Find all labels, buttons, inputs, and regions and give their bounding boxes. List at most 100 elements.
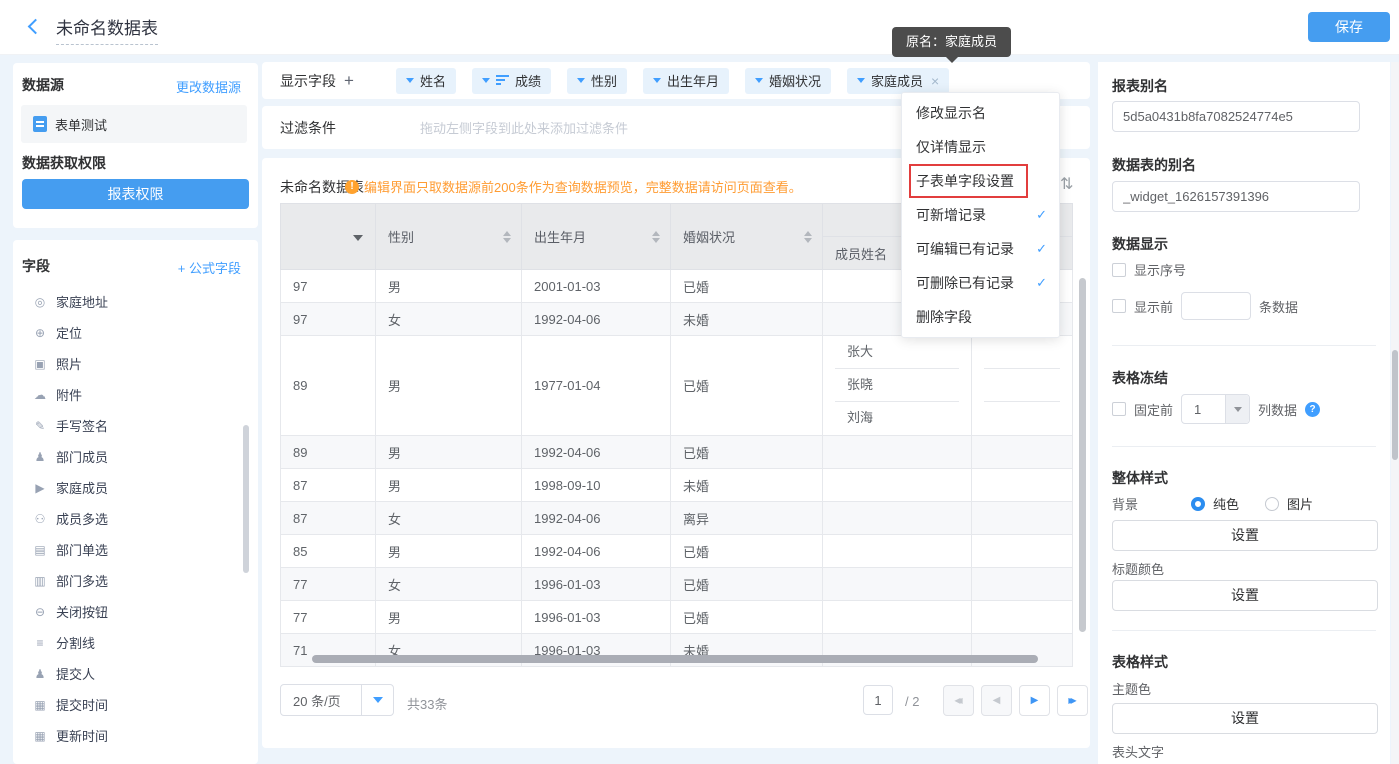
field-item-label: 提交人	[56, 664, 95, 683]
field-item[interactable]: ▶家庭成员	[13, 472, 258, 503]
table-cell	[972, 535, 1073, 568]
theme-color-set-button[interactable]: 设置	[1112, 703, 1378, 734]
current-page-input[interactable]	[863, 685, 893, 715]
field-item-label: 家庭地址	[56, 292, 108, 311]
field-chip[interactable]: 性别	[567, 68, 627, 94]
change-datasource-link[interactable]: 更改数据源	[176, 77, 241, 96]
table-cell	[972, 502, 1073, 535]
add-display-field-button[interactable]: +	[344, 72, 354, 89]
show-index-checkbox[interactable]	[1112, 263, 1126, 277]
field-item[interactable]: ▤部门单选	[13, 534, 258, 565]
header-text-label: 表头文字	[1112, 742, 1164, 761]
table-cell	[972, 469, 1073, 502]
freeze-count-select[interactable]: 1	[1181, 394, 1250, 424]
menu-item[interactable]: 可编辑已有记录✓	[902, 232, 1059, 266]
menu-item-label: 修改显示名	[916, 105, 986, 121]
remove-field-icon[interactable]: ×	[931, 74, 939, 88]
column-header[interactable]: 婚姻状况	[671, 204, 823, 270]
column-order-icon[interactable]: ⇅	[1060, 174, 1073, 194]
prev-page-button[interactable]: ◀	[981, 685, 1012, 716]
table-row: 87男1998-09-10未婚	[281, 469, 1073, 502]
field-item[interactable]: ♟部门成员	[13, 441, 258, 472]
menu-item[interactable]: 修改显示名	[902, 96, 1059, 130]
total-count-label: 共33条	[407, 694, 447, 713]
page-title[interactable]: 未命名数据表	[56, 14, 158, 45]
table-alias-input[interactable]	[1112, 181, 1360, 212]
table-cell: 男	[376, 535, 522, 568]
datasource-item[interactable]: 表单测试	[21, 105, 247, 143]
solid-color-radio[interactable]	[1191, 497, 1205, 511]
add-formula-field-link[interactable]: + 公式字段	[178, 258, 241, 277]
menu-item[interactable]: 子表单字段设置	[902, 164, 1059, 198]
field-item[interactable]: ⊕定位	[13, 317, 258, 348]
report-alias-input[interactable]	[1112, 101, 1360, 132]
filter-dropzone-placeholder[interactable]: 拖动左侧字段到此处来添加过滤条件	[420, 118, 628, 137]
title-color-set-button[interactable]: 设置	[1112, 580, 1378, 611]
field-item[interactable]: ⊖关闭按钮	[13, 596, 258, 627]
field-item[interactable]: ▥部门多选	[13, 565, 258, 596]
field-item[interactable]: ⚇成员多选	[13, 503, 258, 534]
field-item[interactable]: ✎手写签名	[13, 410, 258, 441]
image-radio[interactable]	[1265, 497, 1279, 511]
back-icon[interactable]	[28, 19, 44, 35]
field-chip[interactable]: 出生年月	[643, 68, 729, 94]
table-row: 77女1996-01-03已婚	[281, 568, 1073, 601]
total-pages-label: / 2	[905, 694, 919, 709]
member-empty-cell	[984, 402, 1060, 435]
menu-item[interactable]: 可新增记录✓	[902, 198, 1059, 232]
table-row: 89男1992-04-06已婚	[281, 436, 1073, 469]
last-page-button[interactable]: ▶▶	[1057, 685, 1088, 716]
field-chip[interactable]: 婚姻状况	[745, 68, 831, 94]
field-item[interactable]: ▦提交时间	[13, 689, 258, 720]
column-header[interactable]: 出生年月	[522, 204, 671, 270]
field-item[interactable]: ▣照片	[13, 348, 258, 379]
menu-item[interactable]: 删除字段	[902, 300, 1059, 334]
vertical-scrollbar-thumb[interactable]	[1079, 278, 1086, 632]
menu-item-label: 子表单字段设置	[916, 173, 1014, 189]
freeze-checkbox[interactable]	[1112, 402, 1126, 416]
sort-icon[interactable]	[804, 231, 812, 243]
member-empty-cell	[984, 336, 1060, 369]
table-cell: 89	[281, 436, 376, 469]
field-item[interactable]: ◎家庭地址	[13, 286, 258, 317]
right-scrollbar-thumb[interactable]	[1392, 350, 1398, 460]
table-cell-members	[823, 601, 972, 634]
field-item[interactable]: ☁附件	[13, 379, 258, 410]
menu-item[interactable]: 仅详情显示	[902, 130, 1059, 164]
sort-icon[interactable]	[652, 231, 660, 243]
sidebar-scrollbar-thumb[interactable]	[243, 425, 249, 573]
field-chip[interactable]: 姓名	[396, 68, 456, 94]
table-cell: 男	[376, 436, 522, 469]
menu-item[interactable]: 可删除已有记录✓	[902, 266, 1059, 300]
table-cell	[972, 601, 1073, 634]
background-set-button[interactable]: 设置	[1112, 520, 1378, 551]
report-permission-button[interactable]: 报表权限	[22, 179, 249, 209]
table-cell: 女	[376, 502, 522, 535]
horizontal-scrollbar-thumb[interactable]	[312, 655, 1038, 663]
image-label: 图片	[1287, 494, 1313, 513]
first-page-button[interactable]: ◀◀	[943, 685, 974, 716]
table-cell: 1992-04-06	[522, 535, 671, 568]
field-chip[interactable]: 成绩	[472, 68, 551, 94]
help-icon[interactable]: ?	[1305, 402, 1320, 417]
table-cell-members	[823, 535, 972, 568]
chevron-down-icon[interactable]	[353, 235, 363, 241]
sort-up-icon	[804, 231, 812, 236]
column-header[interactable]: 性别	[376, 204, 522, 270]
show-first-checkbox[interactable]	[1112, 299, 1126, 313]
field-item[interactable]: ▦更新时间	[13, 720, 258, 751]
show-first-count-input[interactable]	[1181, 292, 1251, 320]
sort-icon[interactable]	[503, 231, 511, 243]
table-cell: 已婚	[671, 436, 823, 469]
next-page-button[interactable]: ▶	[1019, 685, 1050, 716]
field-item[interactable]: ≡分割线	[13, 627, 258, 658]
table-cell: 男	[376, 601, 522, 634]
overall-style-label: 整体样式	[1112, 468, 1168, 488]
fields-title: 字段	[22, 256, 50, 276]
field-item[interactable]: ♟提交人	[13, 658, 258, 689]
field-chip[interactable]: 家庭成员×	[847, 68, 949, 94]
page-size-select[interactable]: 20 条/页	[280, 684, 394, 716]
table-cell: 已婚	[671, 601, 823, 634]
column-header-caret[interactable]	[281, 204, 376, 270]
save-button[interactable]: 保存	[1308, 12, 1390, 42]
